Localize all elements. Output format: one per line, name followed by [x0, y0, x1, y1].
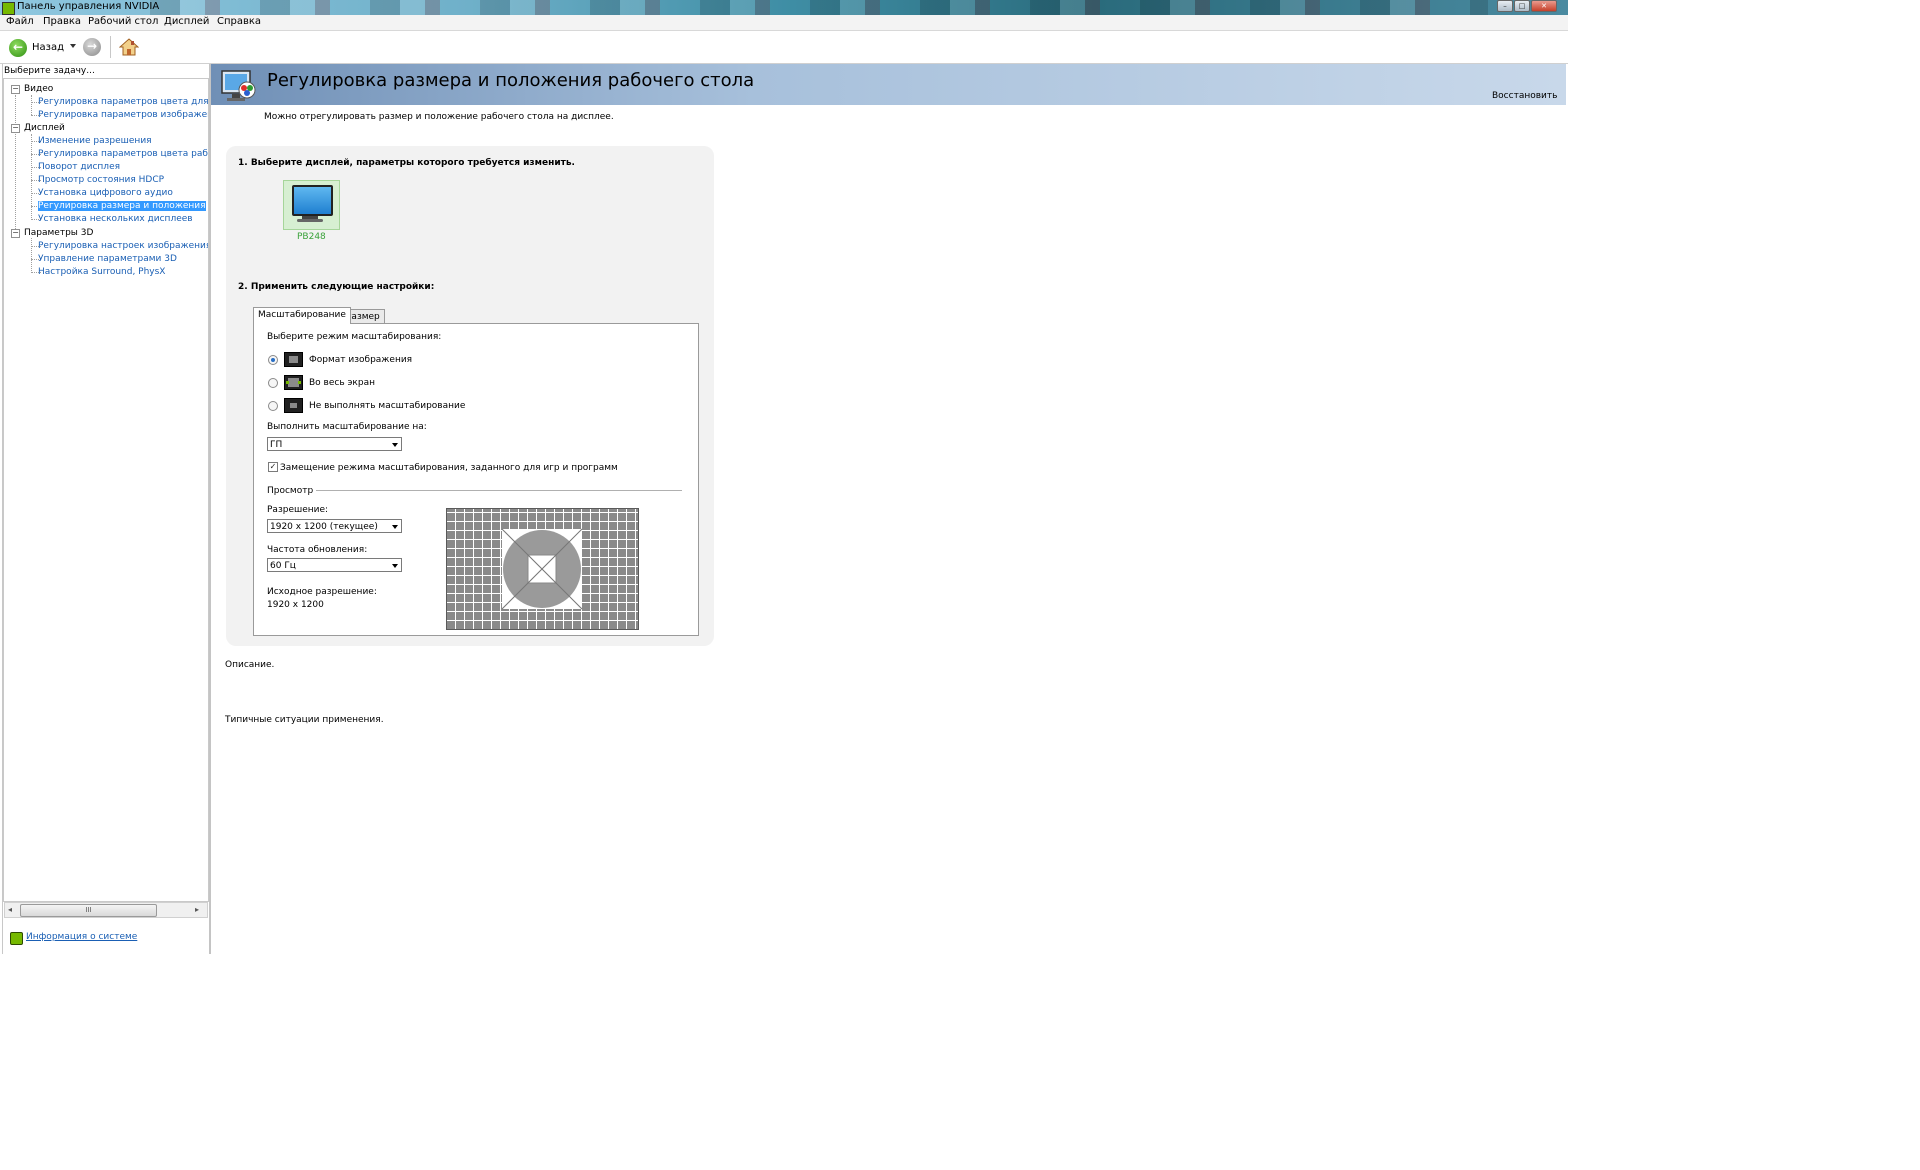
task-pane-label: Выберите задачу... — [4, 66, 95, 76]
native-resolution-label: Исходное разрешение: — [267, 587, 377, 597]
refresh-rate-select[interactable]: 60 Гц — [267, 558, 402, 572]
chevron-down-icon — [392, 443, 398, 447]
perform-on-value: ГП — [270, 440, 283, 450]
scaling-mode-label: Выберите режим масштабирования: — [267, 332, 442, 342]
full-screen-icon — [284, 375, 303, 390]
resolution-label: Разрешение: — [267, 505, 329, 515]
toolbar-divider — [110, 36, 111, 58]
tree-item-rotate-display[interactable]: Поворот дисплея — [38, 162, 120, 172]
expand-3d-icon[interactable]: − — [11, 229, 20, 238]
resolution-value: 1920 x 1200 (текущее) — [270, 522, 378, 532]
scroll-thumb[interactable]: III — [20, 904, 157, 917]
tree-item-3d-image-settings[interactable]: Регулировка настроек изображения с пр — [38, 241, 208, 251]
tab-scaling[interactable]: Масштабирование — [253, 307, 351, 324]
tree-category-video[interactable]: Видео — [24, 84, 53, 94]
nvidia-logo-icon — [2, 2, 15, 15]
aspect-ratio-icon — [284, 352, 303, 367]
forward-arrow-icon[interactable]: → — [83, 38, 101, 56]
refresh-rate-label: Частота обновления: — [267, 545, 368, 555]
close-icon[interactable]: ✕ — [1531, 0, 1557, 12]
tree-item-digital-audio[interactable]: Установка цифрового аудио — [38, 188, 173, 198]
monitor-base — [297, 219, 323, 222]
usage-label: Типичные ситуации применения. — [225, 715, 384, 725]
override-label[interactable]: Замещение режима масштабирования, заданн… — [280, 463, 618, 473]
maximize-icon[interactable]: □ — [1514, 0, 1530, 12]
tree-item-video-image[interactable]: Регулировка параметров изображения д — [38, 110, 208, 120]
radio-no-scaling-label[interactable]: Не выполнять масштабирование — [309, 401, 465, 411]
perform-on-label: Выполнить масштабирование на: — [267, 422, 427, 432]
back-label: Назад — [32, 42, 65, 53]
menu-help[interactable]: Справка — [217, 16, 261, 27]
refresh-rate-value: 60 Гц — [270, 561, 296, 571]
window-title: Панель управления NVIDIA — [17, 1, 160, 12]
desktop-settings-icon — [221, 70, 259, 103]
no-scaling-icon — [284, 398, 303, 413]
chevron-down-icon — [392, 564, 398, 568]
menu-desktop[interactable]: Рабочий стол — [88, 16, 158, 27]
tree-item-desktop-color[interactable]: Регулировка параметров цвета рабочег — [38, 149, 208, 159]
page-title: Регулировка размера и положения рабочего… — [267, 70, 755, 91]
back-button[interactable]: ← Назад — [8, 38, 70, 58]
task-tree: − Видео Регулировка параметров цвета для… — [3, 78, 209, 902]
expand-video-icon[interactable]: − — [11, 85, 20, 94]
tree-item-change-resolution[interactable]: Изменение разрешения — [38, 136, 152, 146]
radio-full-screen[interactable] — [268, 378, 278, 388]
override-checkbox[interactable]: ✓ — [268, 462, 278, 472]
preview-label: Просмотр — [267, 486, 314, 496]
chevron-down-icon — [392, 525, 398, 529]
perform-on-select[interactable]: ГП — [267, 437, 402, 451]
tree-item-video-color[interactable]: Регулировка параметров цвета для вид — [38, 97, 208, 107]
tree-category-display[interactable]: Дисплей — [24, 123, 65, 133]
scroll-right-icon[interactable]: ▸ — [195, 905, 199, 914]
native-resolution-value: 1920 x 1200 — [267, 600, 324, 610]
description-label: Описание. — [225, 660, 275, 670]
nvidia-info-icon — [10, 932, 23, 945]
tree-item-surround-physx[interactable]: Настройка Surround, PhysX — [38, 267, 165, 277]
preview-divider — [316, 490, 682, 491]
menu-display[interactable]: Дисплей — [164, 16, 209, 27]
toolbar — [0, 31, 1568, 64]
back-arrow-icon: ← — [9, 39, 27, 57]
step2-label: 2. Применить следующие настройки: — [238, 282, 435, 292]
system-info-link[interactable]: Информация о системе — [26, 932, 137, 942]
pane-splitter[interactable] — [209, 64, 211, 954]
radio-no-scaling[interactable] — [268, 401, 278, 411]
tree-category-3d[interactable]: Параметры 3D — [24, 228, 93, 238]
expand-display-icon[interactable]: − — [11, 124, 20, 133]
resolution-select[interactable]: 1920 x 1200 (текущее) — [267, 519, 402, 533]
radio-aspect-ratio-label[interactable]: Формат изображения — [309, 355, 412, 365]
menu-edit[interactable]: Правка — [43, 16, 81, 27]
tree-horizontal-scrollbar[interactable]: ◂ III ▸ — [4, 902, 208, 918]
radio-aspect-ratio[interactable] — [268, 355, 278, 365]
home-icon[interactable] — [118, 37, 140, 57]
tree-item-multiple-displays[interactable]: Установка нескольких дисплеев — [38, 214, 193, 224]
title-bar — [0, 0, 1568, 15]
monitor-icon — [292, 185, 333, 216]
back-dropdown-icon[interactable] — [70, 44, 76, 48]
menu-file[interactable]: Файл — [6, 16, 34, 27]
step1-label: 1. Выберите дисплей, параметры которого … — [238, 158, 575, 168]
display-name[interactable]: PB248 — [297, 232, 326, 242]
tree-item-manage-3d[interactable]: Управление параметрами 3D — [38, 254, 177, 264]
tree-item-desktop-size-position[interactable]: Регулировка размера и положения рабо — [38, 201, 206, 211]
intro-text: Можно отрегулировать размер и положение … — [264, 112, 614, 122]
scaling-preview — [446, 508, 639, 630]
restore-link[interactable]: Восстановить — [1492, 91, 1557, 101]
scroll-left-icon[interactable]: ◂ — [8, 905, 12, 914]
tree-item-hdcp-status[interactable]: Просмотр состояния HDCP — [38, 175, 164, 185]
radio-full-screen-label[interactable]: Во весь экран — [309, 378, 375, 388]
minimize-icon[interactable]: – — [1497, 0, 1513, 12]
